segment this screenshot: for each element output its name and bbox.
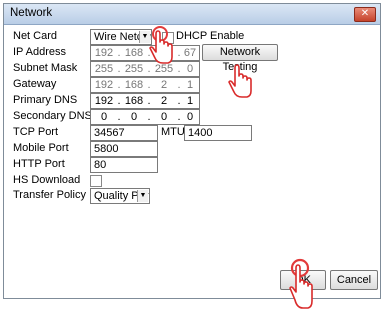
transfer-policy-label: Transfer Policy — [13, 189, 86, 201]
pdns-octet-4: 1 — [186, 95, 194, 107]
sdns-octet-3: 0 — [160, 111, 168, 123]
hs-download-label: HS Download — [13, 174, 81, 186]
sdns-octet-1: 0 — [100, 111, 108, 123]
gateway-octet-4: 1 — [186, 79, 194, 91]
window-title: Network — [10, 7, 53, 19]
gateway-field[interactable]: 192 . 168 . 2 . 1 — [90, 77, 200, 93]
pointing-hand-icon — [228, 64, 252, 98]
dhcp-enable-label: DHCP Enable — [176, 30, 245, 42]
gateway-octet-3: 2 — [160, 79, 168, 91]
primary-dns-field[interactable]: 192 . 168 . 2 . 1 — [90, 93, 200, 109]
sdns-octet-4: 0 — [186, 111, 194, 123]
mtu-input[interactable]: 1400 — [184, 125, 252, 141]
ip-dot: . — [117, 79, 121, 91]
ip-octet-1: 192 — [94, 47, 114, 59]
ip-dot: . — [117, 95, 121, 107]
network-testing-button[interactable]: Network Testing — [202, 44, 278, 73]
secondary-dns-label: Secondary DNS — [13, 110, 92, 122]
ip-dot: . — [117, 47, 121, 59]
pdns-octet-2: 168 — [124, 95, 144, 107]
ip-octet-2: 168 — [124, 47, 144, 59]
pointing-hand-icon — [149, 26, 173, 64]
ip-dot: . — [117, 63, 121, 75]
subnet-mask-label: Subnet Mask — [13, 62, 78, 74]
sdns-octet-2: 0 — [130, 111, 138, 123]
http-port-label: HTTP Port — [13, 158, 65, 170]
transfer-policy-select[interactable]: Quality Prefer ▼ — [90, 188, 150, 204]
mtu-label: MTU — [161, 126, 185, 138]
pointing-hand-icon — [289, 258, 313, 309]
mobile-port-label: Mobile Port — [13, 142, 69, 154]
gateway-label: Gateway — [13, 78, 57, 90]
ip-octet-4: 67 — [183, 47, 197, 59]
gateway-octet-1: 192 — [94, 79, 114, 91]
tcp-port-label: TCP Port — [13, 126, 59, 138]
hs-download-checkbox[interactable] — [90, 175, 102, 187]
mobile-port-input[interactable]: 5800 — [90, 141, 158, 157]
subnet-octet-1: 255 — [94, 63, 114, 75]
subnet-octet-2: 255 — [124, 63, 144, 75]
network-window: Network ✕ Net Card Wire Netcard ▼ DHCP E… — [3, 3, 381, 299]
subnet-octet-4: 0 — [186, 63, 194, 75]
ip-dot: . — [147, 79, 151, 91]
close-button[interactable]: ✕ — [354, 7, 376, 22]
title-bar: Network ✕ — [4, 4, 380, 25]
cancel-button[interactable]: Cancel — [330, 270, 378, 290]
primary-dns-label: Primary DNS — [13, 94, 78, 106]
net-card-label: Net Card — [13, 30, 58, 42]
http-port-input[interactable]: 80 — [90, 157, 158, 173]
ip-address-label: IP Address — [13, 46, 66, 58]
ip-dot: . — [147, 111, 151, 123]
secondary-dns-field[interactable]: 0 . 0 . 0 . 0 — [90, 109, 200, 125]
ip-dot: . — [117, 111, 121, 123]
pdns-octet-3: 2 — [160, 95, 168, 107]
gateway-octet-2: 168 — [124, 79, 144, 91]
ip-dot: . — [147, 95, 151, 107]
chevron-down-icon: ▼ — [137, 190, 148, 202]
pdns-octet-1: 192 — [94, 95, 114, 107]
tcp-port-input[interactable]: 34567 — [90, 125, 158, 141]
